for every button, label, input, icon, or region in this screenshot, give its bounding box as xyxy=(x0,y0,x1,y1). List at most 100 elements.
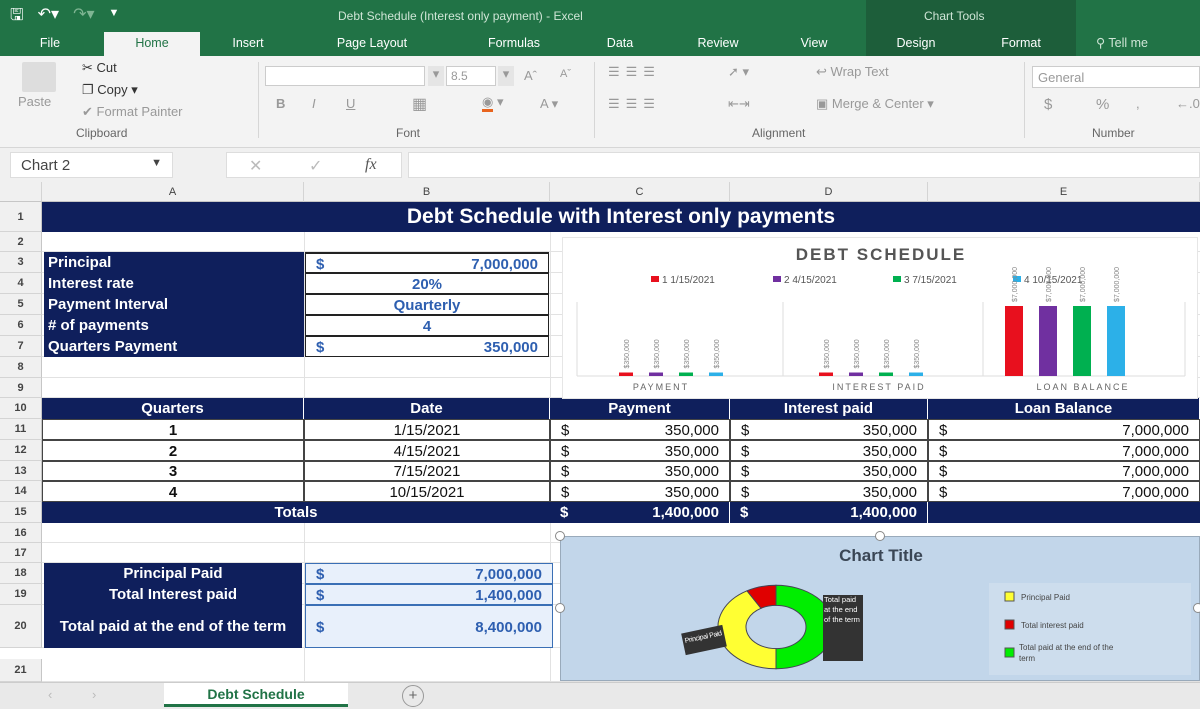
insert-function-icon[interactable]: fx xyxy=(365,156,377,174)
redo-icon[interactable]: ↷▾ xyxy=(73,4,94,31)
interest-cell[interactable]: $350,000 xyxy=(730,419,928,440)
column-header-b[interactable]: B xyxy=(304,182,550,202)
undo-icon[interactable]: ↶▾ xyxy=(38,4,59,31)
input-label[interactable]: Quarters Payment xyxy=(44,336,304,357)
font-size-input[interactable]: 8.5 xyxy=(446,66,496,86)
resize-handle[interactable] xyxy=(555,603,565,613)
grow-font-button[interactable]: Aˆ xyxy=(524,68,537,83)
total-payment-cell[interactable]: $1,400,000 xyxy=(550,502,730,523)
vertical-align-icons[interactable]: ☰☰☰ xyxy=(608,64,661,80)
orientation-icon[interactable]: ➚ ▾ xyxy=(728,64,749,80)
tab-view[interactable]: View xyxy=(784,32,844,56)
row-header[interactable]: 8 xyxy=(0,357,42,378)
row-header[interactable]: 17 xyxy=(0,543,42,563)
input-value-cell[interactable]: 20% xyxy=(305,273,549,294)
customize-qat-icon[interactable]: ▼ xyxy=(109,7,120,31)
row-header[interactable]: 13 xyxy=(0,461,42,481)
merge-center-button[interactable]: ▣ Merge & Center ▾ xyxy=(816,96,934,112)
table-header[interactable]: Payment xyxy=(550,398,730,419)
column-header-a[interactable]: A xyxy=(42,182,304,202)
font-color-button[interactable]: A ▾ xyxy=(540,96,558,112)
row-header[interactable]: 3 xyxy=(0,252,42,273)
column-header-d[interactable]: D xyxy=(730,182,928,202)
interest-cell[interactable]: $350,000 xyxy=(730,481,928,502)
tab-home[interactable]: Home xyxy=(104,32,200,56)
scroll-right-icon[interactable]: › xyxy=(92,687,96,702)
cut-button[interactable]: ✂ Cut xyxy=(82,60,117,76)
summary-label[interactable]: Principal Paid xyxy=(44,563,302,584)
input-value-cell[interactable]: 4 xyxy=(305,315,549,336)
font-name-dropdown[interactable]: ▾ xyxy=(428,66,444,86)
tab-file[interactable]: File xyxy=(30,32,70,56)
tab-review[interactable]: Review xyxy=(680,32,756,56)
tab-format[interactable]: Format xyxy=(966,32,1076,56)
column-header-e[interactable]: E xyxy=(928,182,1200,202)
currency-button[interactable]: $ xyxy=(1044,96,1052,113)
chevron-down-icon[interactable]: ▼ xyxy=(151,157,162,169)
input-label[interactable]: Interest rate xyxy=(44,273,304,294)
italic-button[interactable]: I xyxy=(312,96,316,111)
quarter-cell[interactable]: 1 xyxy=(42,419,304,440)
payment-cell[interactable]: $350,000 xyxy=(550,440,730,461)
table-header[interactable]: Date xyxy=(304,398,550,419)
fill-color-button[interactable]: ◉ ▾ xyxy=(482,94,503,112)
row-header[interactable]: 14 xyxy=(0,481,42,502)
date-cell[interactable]: 1/15/2021 xyxy=(304,419,550,440)
doughnut-chart[interactable]: Chart Title Principal Paid Total paid at t… xyxy=(555,531,1200,681)
row-header[interactable]: 11 xyxy=(0,419,42,440)
select-all-corner[interactable] xyxy=(0,182,42,202)
summary-value-cell[interactable]: $7,000,000 xyxy=(305,563,553,584)
input-label[interactable]: Payment Interval xyxy=(44,294,304,315)
row-header[interactable]: 19 xyxy=(0,584,42,605)
quarter-cell[interactable]: 4 xyxy=(42,481,304,502)
balance-cell[interactable]: $7,000,000 xyxy=(928,461,1200,481)
font-size-dropdown[interactable]: ▾ xyxy=(498,66,514,86)
date-cell[interactable]: 10/15/2021 xyxy=(304,481,550,502)
tell-me-box[interactable]: ⚲ Tell me xyxy=(1096,32,1200,56)
cancel-icon[interactable]: ✕ xyxy=(249,156,262,176)
summary-value-cell[interactable]: $8,400,000 xyxy=(305,605,553,648)
balance-cell[interactable]: $7,000,000 xyxy=(928,419,1200,440)
date-cell[interactable]: 7/15/2021 xyxy=(304,461,550,481)
interest-cell[interactable]: $350,000 xyxy=(730,440,928,461)
balance-cell[interactable]: $7,000,000 xyxy=(928,440,1200,461)
tab-insert[interactable]: Insert xyxy=(215,32,281,56)
enter-icon[interactable]: ✓ xyxy=(309,156,322,176)
comma-button[interactable]: , xyxy=(1136,96,1140,111)
quarter-cell[interactable]: 3 xyxy=(42,461,304,481)
total-interest-cell[interactable]: $1,400,000 xyxy=(730,502,928,523)
row-header[interactable]: 7 xyxy=(0,336,42,357)
payment-cell[interactable]: $350,000 xyxy=(550,481,730,502)
row-header[interactable]: 15 xyxy=(0,502,42,523)
name-box[interactable]: Chart 2 ▼ xyxy=(10,152,173,178)
column-header-c[interactable]: C xyxy=(550,182,730,202)
row-header[interactable]: 4 xyxy=(0,273,42,294)
resize-handle[interactable] xyxy=(555,531,565,541)
totals-label[interactable]: Totals xyxy=(42,502,550,523)
interest-cell[interactable]: $350,000 xyxy=(730,461,928,481)
tab-data[interactable]: Data xyxy=(590,32,650,56)
add-sheet-icon[interactable]: + xyxy=(402,685,424,707)
resize-handle[interactable] xyxy=(1193,603,1200,613)
bold-button[interactable]: B xyxy=(276,96,285,111)
input-label[interactable]: # of payments xyxy=(44,315,304,336)
wrap-text-button[interactable]: ↩ Wrap Text xyxy=(816,64,889,80)
quarter-cell[interactable]: 2 xyxy=(42,440,304,461)
row-header[interactable]: 2 xyxy=(0,232,42,252)
row-header[interactable]: 21 xyxy=(0,659,42,682)
input-label[interactable]: Principal xyxy=(44,252,304,273)
font-name-input[interactable] xyxy=(265,66,425,86)
row-header[interactable]: 9 xyxy=(0,378,42,398)
date-cell[interactable]: 4/15/2021 xyxy=(304,440,550,461)
input-value-cell[interactable]: $7,000,000 xyxy=(305,252,549,273)
row-header[interactable]: 18 xyxy=(0,563,42,584)
input-value-cell[interactable]: $350,000 xyxy=(305,336,549,357)
payment-cell[interactable]: $350,000 xyxy=(550,461,730,481)
horizontal-align-icons[interactable]: ☰☰☰ xyxy=(608,96,661,112)
underline-button[interactable]: U xyxy=(346,96,355,111)
indent-icons[interactable]: ⇤⇥ xyxy=(728,96,750,112)
row-header[interactable]: 1 xyxy=(0,202,42,232)
paste-icon[interactable] xyxy=(22,62,56,92)
input-value-cell[interactable]: Quarterly xyxy=(305,294,549,315)
formula-input[interactable] xyxy=(408,152,1200,178)
